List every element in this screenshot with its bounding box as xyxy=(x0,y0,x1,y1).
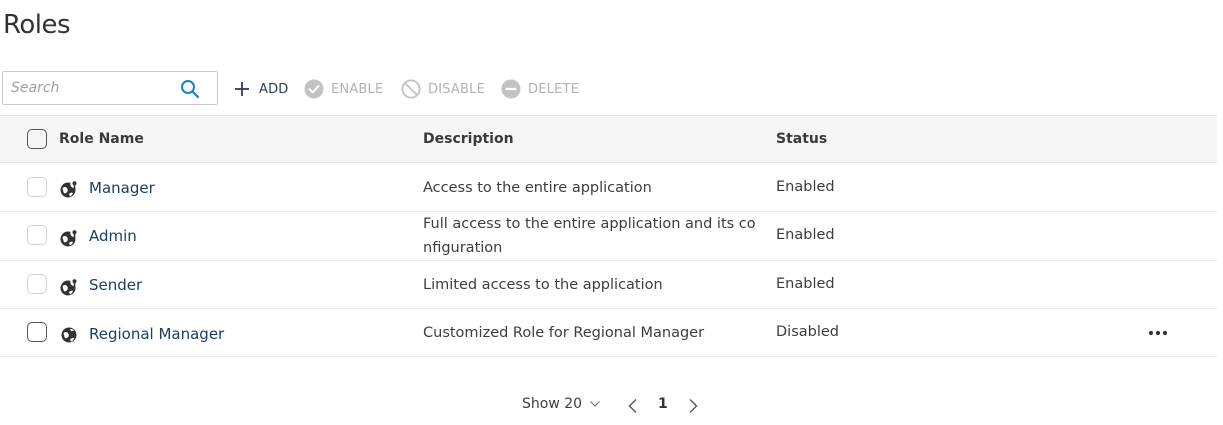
delete-button[interactable]: DELETE xyxy=(501,78,579,100)
column-header-role-name[interactable]: Role Name xyxy=(59,131,144,147)
role-name-link[interactable]: Sender xyxy=(89,276,142,294)
table-row[interactable]: Manager Access to the entire application… xyxy=(0,163,1217,212)
page-title: Roles xyxy=(3,10,71,40)
table-row[interactable]: Sender Limited access to the application… xyxy=(0,261,1217,309)
chevron-left-icon[interactable] xyxy=(626,398,640,414)
more-options-icon[interactable] xyxy=(1147,328,1169,338)
role-name-link[interactable]: Regional Manager xyxy=(89,325,224,343)
role-status: Enabled xyxy=(776,179,835,195)
disable-button[interactable]: DISABLE xyxy=(401,78,485,100)
column-header-status[interactable]: Status xyxy=(776,131,827,147)
role-status: Enabled xyxy=(776,276,835,292)
delete-label: DELETE xyxy=(528,81,580,97)
role-status: Enabled xyxy=(776,227,835,243)
plus-icon xyxy=(235,82,249,96)
table-row[interactable]: Admin Full access to the entire applicat… xyxy=(0,212,1217,261)
search-input[interactable] xyxy=(3,72,181,104)
enable-button[interactable]: ENABLE xyxy=(304,78,383,100)
globe-key-icon xyxy=(60,179,79,198)
row-checkbox[interactable] xyxy=(27,322,47,342)
role-description: Access to the entire application xyxy=(423,180,652,196)
role-status: Disabled xyxy=(776,324,839,340)
row-checkbox[interactable] xyxy=(27,274,47,294)
row-checkbox[interactable] xyxy=(27,225,47,245)
globe-icon xyxy=(61,327,77,343)
ban-icon xyxy=(401,79,421,99)
current-page[interactable]: 1 xyxy=(658,396,668,412)
add-button[interactable]: ADD xyxy=(232,78,289,100)
minus-circle-icon xyxy=(501,79,521,99)
check-circle-icon xyxy=(304,79,324,99)
row-checkbox[interactable] xyxy=(27,177,47,197)
page-size-label: Show 20 xyxy=(522,396,583,412)
role-description: Full access to the entire application an… xyxy=(423,216,756,256)
add-label: ADD xyxy=(259,81,289,97)
enable-label: ENABLE xyxy=(331,81,384,97)
role-name-link[interactable]: Admin xyxy=(89,227,137,245)
select-all-checkbox[interactable] xyxy=(27,129,47,149)
role-description: Customized Role for Regional Manager xyxy=(423,325,705,341)
column-header-description[interactable]: Description xyxy=(423,131,514,147)
page-size-select[interactable]: Show 20 xyxy=(522,396,601,412)
globe-key-icon xyxy=(60,277,79,296)
search-box[interactable] xyxy=(2,71,218,105)
role-description: Limited access to the application xyxy=(423,277,663,293)
search-icon[interactable] xyxy=(179,78,201,100)
table-header: Role Name Description Status xyxy=(0,115,1217,163)
chevron-right-icon[interactable] xyxy=(686,398,700,414)
globe-key-icon xyxy=(60,228,79,247)
role-name-link[interactable]: Manager xyxy=(89,179,155,197)
disable-label: DISABLE xyxy=(428,81,486,97)
chevron-down-icon xyxy=(589,401,600,407)
table-row[interactable]: Regional Manager Customized Role for Reg… xyxy=(0,309,1217,357)
